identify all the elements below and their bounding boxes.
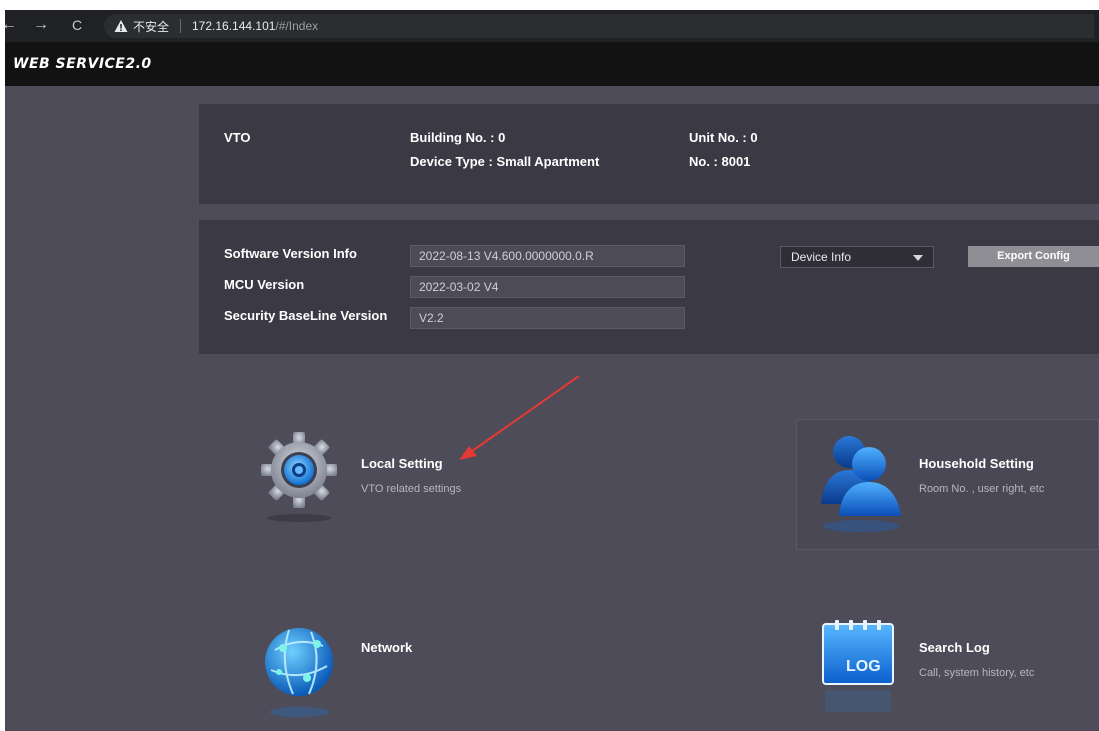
local-setting-tile[interactable]: Local Setting VTO related settings: [259, 430, 559, 530]
search-log-subtitle: Call, system history, etc: [919, 667, 1035, 679]
building-no: Building No. : 0: [410, 130, 506, 145]
address-separator: [180, 19, 181, 33]
version-panel: Software Version Info 2022-08-13 V4.600.…: [199, 220, 1099, 354]
url-host: 172.16.144.101: [192, 19, 276, 33]
url-text[interactable]: 172.16.144.101/#/Index: [192, 19, 318, 33]
room-no: No. : 8001: [689, 154, 751, 169]
security-baseline-field: V2.2: [410, 307, 685, 329]
local-setting-subtitle: VTO related settings: [361, 483, 462, 495]
software-version-label: Software Version Info: [224, 246, 357, 261]
globe-icon[interactable]: [259, 616, 343, 720]
device-info-select[interactable]: Device Info: [780, 246, 934, 268]
device-summary-panel: VTO Building No. : 0 Device Type : Small…: [199, 104, 1099, 204]
app-window: ← → C 不安全 172.16.144.101/#/Index WEB SER…: [5, 10, 1099, 731]
search-log-tile[interactable]: LOG Search Log Call, system history, etc: [821, 616, 1099, 726]
log-icon-text: LOG: [846, 658, 881, 675]
household-setting-content[interactable]: Household Setting Room No. , user right,…: [815, 430, 1099, 540]
chevron-down-icon: [913, 255, 923, 261]
household-setting-title[interactable]: Household Setting: [919, 456, 1034, 471]
unit-no: Unit No. : 0: [689, 130, 758, 145]
software-version-field: 2022-08-13 V4.600.0000000.0.R: [410, 245, 685, 267]
app-logo: WEB SERVICE2.0: [13, 56, 152, 72]
device-type: Device Type : Small Apartment: [410, 154, 600, 169]
forward-button[interactable]: →: [33, 15, 49, 35]
device-name: VTO: [224, 130, 251, 145]
security-baseline-label: Security BaseLine Version: [224, 308, 388, 323]
local-setting-title[interactable]: Local Setting: [361, 456, 443, 471]
back-button[interactable]: ←: [5, 15, 17, 35]
users-icon[interactable]: [815, 430, 907, 534]
mcu-version-label: MCU Version: [224, 277, 305, 292]
network-title[interactable]: Network: [361, 640, 412, 655]
device-info-select-value: Device Info: [791, 250, 852, 264]
app-header: WEB SERVICE2.0: [5, 42, 1099, 86]
security-label[interactable]: 不安全: [133, 18, 169, 35]
browser-toolbar: ← → C 不安全 172.16.144.101/#/Index: [5, 10, 1099, 42]
mcu-version-field: 2022-03-02 V4: [410, 276, 685, 298]
network-tile[interactable]: Network: [259, 616, 559, 726]
export-config-button[interactable]: Export Config: [968, 246, 1099, 267]
search-log-title[interactable]: Search Log: [919, 640, 990, 655]
url-path: /#/Index: [275, 19, 319, 33]
gear-icon[interactable]: [259, 430, 343, 524]
address-bar[interactable]: 不安全 172.16.144.101/#/Index: [104, 14, 1094, 38]
household-setting-subtitle: Room No. , user right, etc: [919, 483, 1045, 495]
warning-icon[interactable]: [114, 19, 128, 33]
reload-button[interactable]: C: [69, 15, 85, 35]
